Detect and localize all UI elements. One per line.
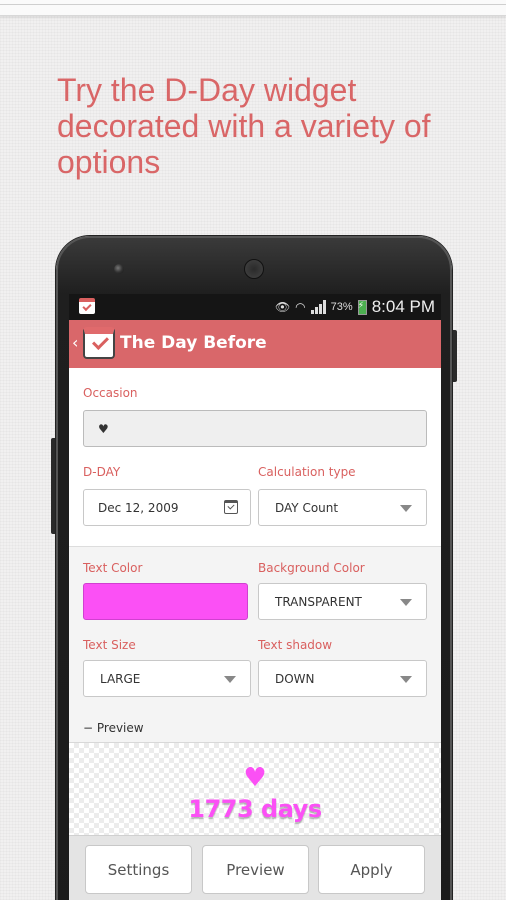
calculation-type-label: Calculation type: [258, 465, 356, 479]
preview-button[interactable]: Preview: [202, 845, 309, 894]
background-color-dropdown[interactable]: TRANSPARENT: [258, 583, 427, 620]
calculation-type-value: DAY Count: [275, 500, 339, 515]
background-color-value: TRANSPARENT: [275, 594, 362, 609]
dropdown-arrow-icon: [400, 505, 412, 512]
preview-toggle[interactable]: − Preview: [83, 721, 144, 735]
clock: 8:04 PM: [371, 297, 435, 316]
text-shadow-value: DOWN: [275, 671, 315, 686]
dropdown-arrow-icon: [400, 676, 412, 683]
text-size-value: LARGE: [100, 671, 141, 686]
preview-heart-icon: ♥: [243, 763, 267, 793]
calculation-type-dropdown[interactable]: DAY Count: [258, 489, 427, 526]
dropdown-arrow-icon: [224, 676, 236, 683]
apply-button[interactable]: Apply: [318, 845, 425, 894]
text-size-label: Text Size: [83, 638, 136, 652]
preview-days-count: 1773 days: [188, 795, 322, 823]
status-bar: 👁 ◠ 73% 8:04 PM: [69, 294, 441, 320]
phone-power-button: [452, 330, 457, 382]
dday-date-field[interactable]: Dec 12, 2009: [83, 489, 251, 526]
app-bar: ‹ The Day Before: [69, 320, 441, 368]
battery-charging-icon: [357, 299, 367, 315]
text-shadow-label: Text shadow: [258, 638, 333, 652]
notification-app-icon: [79, 298, 95, 314]
dday-value: Dec 12, 2009: [98, 500, 179, 515]
occasion-input[interactable]: ♥: [83, 410, 427, 447]
text-size-dropdown[interactable]: LARGE: [83, 660, 251, 697]
style-options-section: Text Color Background Color TRANSPARENT …: [69, 546, 441, 742]
phone-screen: 👁 ◠ 73% 8:04 PM ‹ The Day Before Occasio…: [69, 294, 441, 900]
back-chevron-icon[interactable]: ‹: [72, 333, 78, 352]
settings-button[interactable]: Settings: [85, 845, 192, 894]
wifi-icon: ◠: [295, 300, 306, 314]
status-icons: 👁 ◠ 73% 8:04 PM: [275, 294, 435, 320]
paper-edge-decoration: [0, 0, 506, 16]
occasion-date-section: Occasion ♥ D-DAY Dec 12, 2009 Calculatio…: [69, 368, 441, 546]
battery-percent: 73%: [330, 301, 353, 313]
text-color-swatch[interactable]: [83, 583, 248, 620]
signal-strength-icon: [310, 300, 326, 314]
dropdown-arrow-icon: [400, 599, 412, 606]
promo-headline: Try the D-Day widget decorated with a va…: [57, 72, 431, 180]
background-color-label: Background Color: [258, 561, 365, 575]
smart-stay-eye-icon: 👁: [274, 300, 291, 314]
occasion-value: ♥: [98, 421, 109, 436]
occasion-label: Occasion: [83, 386, 138, 400]
widget-preview: ♥ 1773 days: [69, 742, 441, 836]
calendar-icon[interactable]: [224, 500, 238, 514]
dday-label: D-DAY: [83, 465, 121, 479]
text-color-label: Text Color: [83, 561, 143, 575]
app-calendar-logo-icon[interactable]: [83, 327, 115, 359]
bottom-button-bar: Settings Preview Apply: [69, 836, 441, 900]
earpiece-speaker-icon: [244, 259, 264, 279]
app-title: The Day Before: [120, 333, 267, 353]
front-camera-icon: [114, 264, 124, 274]
text-shadow-dropdown[interactable]: DOWN: [258, 660, 427, 697]
